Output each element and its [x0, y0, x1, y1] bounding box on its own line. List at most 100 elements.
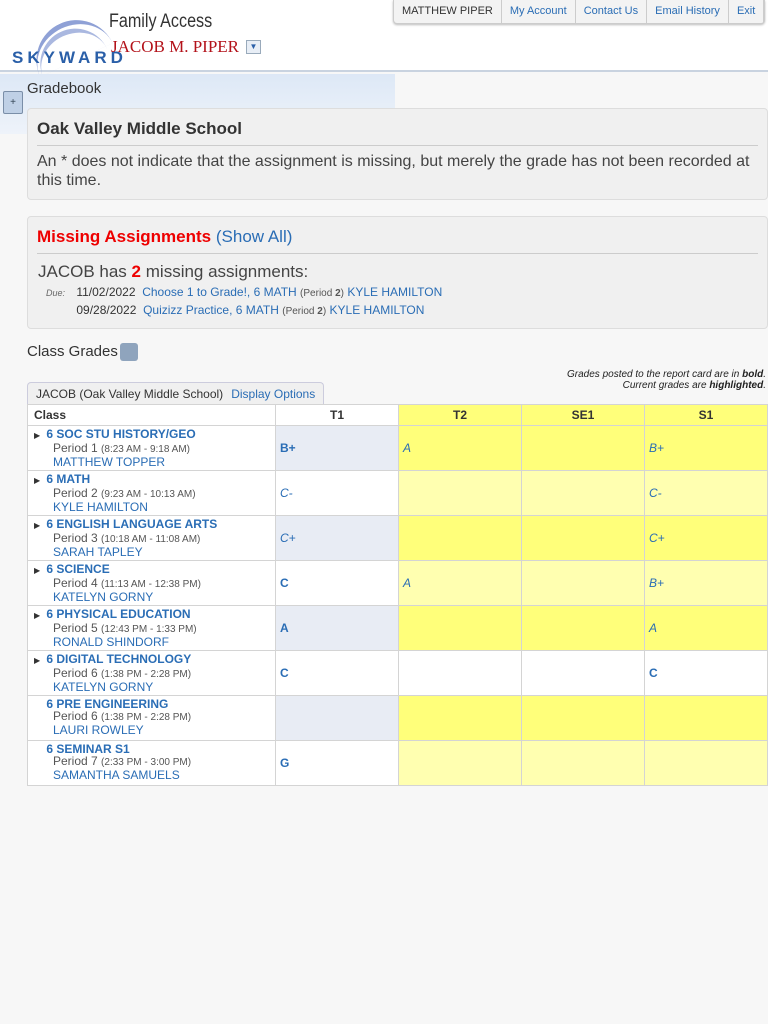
grade-cell-t2[interactable]: A [398, 425, 522, 471]
teacher-link[interactable]: RONALD SHINDORF [34, 636, 275, 648]
grade-cell-t1[interactable]: C- [275, 470, 399, 516]
grade-cell-t2 [398, 515, 522, 561]
expand-arrow-icon[interactable]: ▶ [34, 565, 43, 577]
expand-arrow-icon[interactable]: ▶ [34, 520, 43, 532]
school-name: Oak Valley Middle School [37, 119, 758, 146]
grade-cell-s1[interactable]: C+ [644, 515, 768, 561]
class-cell: ▶ 6 MATH Period 2 (9:23 AM - 10:13 AM) KYL… [27, 470, 276, 516]
grade-cell-t1[interactable]: G [275, 740, 399, 786]
table-row: 6 PRE ENGINEERING Period 6 (1:38 PM - 2:2… [27, 695, 768, 741]
teacher-link[interactable]: KYLE HAMILTON [347, 285, 442, 299]
expand-arrow-icon[interactable]: ▶ [34, 475, 43, 487]
teacher-link[interactable]: KYLE HAMILTON [34, 501, 275, 513]
teacher-link[interactable]: MATTHEW TOPPER [34, 456, 275, 468]
class-grades-title: Class Grades [27, 343, 118, 360]
class-name-link[interactable]: 6 SOC STU HISTORY/GEO [46, 427, 195, 441]
class-name-link[interactable]: 6 DIGITAL TECHNOLOGY [46, 652, 191, 666]
show-all-link[interactable]: (Show All) [216, 227, 293, 246]
student-name[interactable]: JACOB M. PIPER [111, 37, 239, 57]
grade-cell-t1[interactable]: B+ [275, 425, 399, 471]
tab-label: JACOB (Oak Valley Middle School) [36, 387, 224, 401]
assignment-link[interactable]: Choose 1 to Grade!, 6 MATH [142, 285, 297, 299]
grade-cell-se1 [521, 425, 645, 471]
grade-cell-t1[interactable]: C [275, 560, 399, 606]
grade-cell-t2 [398, 695, 522, 741]
due-label: Due: [46, 288, 66, 298]
top-nav: MATTHEW PIPER My Account Contact Us Emai… [393, 0, 766, 24]
class-name-link[interactable]: 6 MATH [46, 472, 90, 486]
table-row: ▶ 6 SOC STU HISTORY/GEO Period 1 (8:23 AM… [27, 425, 768, 471]
grade-cell-t2 [398, 740, 522, 786]
grade-cell-s1[interactable]: B+ [644, 560, 768, 606]
expand-arrow-icon[interactable]: ▶ [34, 655, 43, 667]
teacher-link[interactable]: KATELYN GORNY [34, 591, 275, 603]
grade-cell-se1 [521, 650, 645, 696]
table-row: ▶ 6 SCIENCE Period 4 (11:13 AM - 12:38 PM… [27, 560, 768, 606]
column-header-t2: T2 [398, 404, 522, 426]
period-close: ) [340, 288, 344, 299]
expand-arrow-icon[interactable]: ▶ [34, 610, 43, 622]
section-title: Gradebook [27, 80, 102, 97]
contact-us-link[interactable]: Contact Us [576, 0, 648, 23]
grade-cell-s1 [644, 695, 768, 741]
table-row: ▶ 6 MATH Period 2 (9:23 AM - 10:13 AM) KYL… [27, 470, 768, 516]
class-name-link[interactable]: 6 PHYSICAL EDUCATION [46, 607, 190, 621]
notice-text: An * does not indicate that the assignme… [37, 153, 750, 189]
grade-cell-se1 [521, 515, 645, 561]
missing-suffix: missing assignments: [145, 262, 309, 281]
due-date: 11/02/2022 [76, 285, 136, 299]
exit-link[interactable]: Exit [729, 0, 765, 23]
grade-cell-s1[interactable]: C [644, 650, 768, 696]
class-cell: 6 PRE ENGINEERING Period 6 (1:38 PM - 2:2… [27, 695, 276, 741]
user-name: MATTHEW PIPER [394, 0, 502, 23]
period: Period 4 [53, 576, 98, 590]
period: Period 2 [53, 486, 98, 500]
class-cell: ▶ 6 DIGITAL TECHNOLOGY Period 6 (1:38 PM … [27, 650, 276, 696]
teacher-link[interactable]: SARAH TAPLEY [34, 546, 275, 558]
grade-cell-s1[interactable]: C- [644, 470, 768, 516]
sidebar-toggle-button[interactable]: + [3, 91, 23, 114]
my-account-link[interactable]: My Account [502, 0, 576, 23]
table-row: ▶ 6 ENGLISH LANGUAGE ARTS Period 3 (10:18… [27, 515, 768, 561]
class-cell: ▶ 6 SCIENCE Period 4 (11:13 AM - 12:38 PM… [27, 560, 276, 606]
printer-icon[interactable] [120, 343, 138, 361]
class-cell: ▶ 6 ENGLISH LANGUAGE ARTS Period 3 (10:18… [27, 515, 276, 561]
period-time: (12:43 PM - 1:33 PM) [101, 624, 197, 635]
display-options-link[interactable]: Display Options [231, 387, 315, 401]
grade-cell-t1[interactable]: A [275, 605, 399, 651]
grade-cell-se1 [521, 470, 645, 516]
period-close: ) [322, 306, 327, 317]
grade-cell-t2 [398, 650, 522, 696]
assignment-link[interactable]: Quizizz Practice, 6 MATH [143, 303, 279, 317]
grade-cell-se1 [521, 605, 645, 651]
grade-cell-s1 [644, 740, 768, 786]
skyward-logo: SKYWARD [10, 6, 123, 83]
missing-item: Due: 11/02/2022 Choose 1 to Grade!, 6 MA… [46, 284, 767, 302]
grade-cell-s1[interactable]: A [644, 605, 768, 651]
teacher-link[interactable]: LAURI ROWLEY [34, 724, 275, 736]
missing-prefix: JACOB has [38, 262, 127, 281]
period: Period 6 [53, 709, 98, 723]
grade-cell-t1[interactable]: C+ [275, 515, 399, 561]
missing-item: 09/28/2022 Quizizz Practice, 6 MATH (Per… [46, 302, 767, 320]
grade-cell-s1[interactable]: B+ [644, 425, 768, 471]
missing-assignments-box: Missing Assignments (Show All) JACOB has… [27, 216, 768, 329]
period: Period 1 [53, 441, 98, 455]
period-label: (Period [300, 288, 333, 299]
student-tab[interactable]: JACOB (Oak Valley Middle School) Display … [27, 382, 325, 405]
teacher-link[interactable]: KATELYN GORNY [34, 681, 275, 693]
class-name-link[interactable]: 6 SCIENCE [46, 562, 109, 576]
student-dropdown-icon[interactable]: ▼ [246, 40, 261, 54]
legend-bold: bold [742, 369, 764, 380]
email-history-link[interactable]: Email History [647, 0, 729, 23]
grade-cell-se1 [521, 740, 645, 786]
grade-cell-t1[interactable]: C [275, 650, 399, 696]
grade-cell-t2[interactable]: A [398, 560, 522, 606]
table-row: ▶ 6 PHYSICAL EDUCATION Period 5 (12:43 PM… [27, 605, 768, 651]
expand-arrow-icon[interactable]: ▶ [34, 430, 43, 442]
teacher-link[interactable]: KYLE HAMILTON [330, 303, 425, 317]
teacher-link[interactable]: SAMANTHA SAMUELS [34, 769, 275, 781]
class-cell: 6 SEMINAR S1 Period 7 (2:33 PM - 3:00 PM)… [27, 740, 276, 786]
class-name-link[interactable]: 6 ENGLISH LANGUAGE ARTS [46, 517, 217, 531]
grades-legend: Grades posted to the report card are in … [567, 369, 766, 391]
